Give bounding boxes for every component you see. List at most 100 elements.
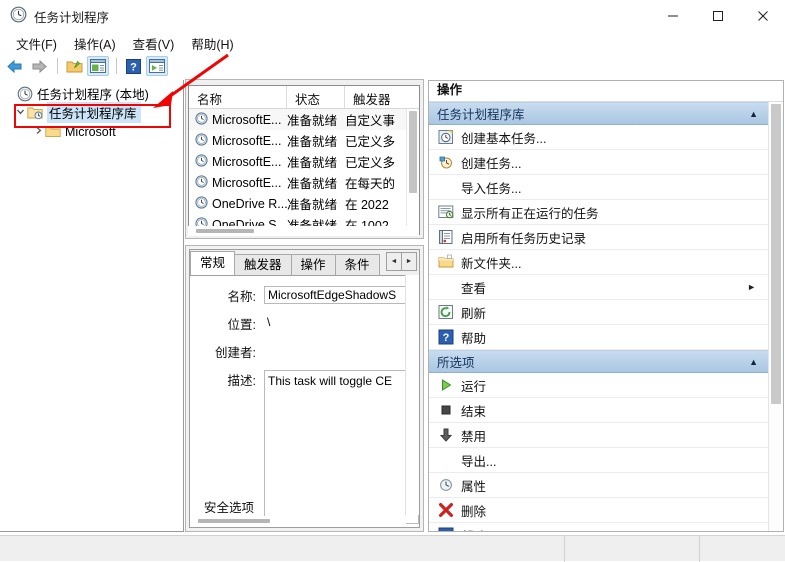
- action-import-task[interactable]: 导入任务...: [429, 175, 768, 200]
- task-list-header: 名称 状态 触发器: [189, 86, 419, 109]
- scrollbar-thumb[interactable]: [196, 229, 254, 233]
- table-row[interactable]: MicrosoftE... 准备就绪 自定义事: [189, 109, 419, 130]
- action-help-selected[interactable]: ? 帮助: [429, 523, 768, 531]
- back-arrow-icon[interactable]: [4, 56, 26, 76]
- action-run[interactable]: 运行: [429, 373, 768, 398]
- menu-help[interactable]: 帮助(H): [183, 32, 242, 55]
- properties-icon: [437, 477, 454, 494]
- task-name-text: OneDrive R...: [212, 196, 287, 211]
- open-folder-icon[interactable]: [63, 56, 85, 76]
- menu-view[interactable]: 查看(V): [125, 32, 184, 55]
- show-console-tree-icon[interactable]: [87, 56, 109, 76]
- table-row[interactable]: OneDrive R... 准备就绪 在 2022: [189, 193, 419, 214]
- table-row[interactable]: MicrosoftE... 准备就绪 已定义多: [189, 130, 419, 151]
- caret-up-icon[interactable]: ▲: [749, 357, 758, 367]
- actions-section-header-selected[interactable]: 所选项 ▲: [429, 350, 768, 373]
- author-label: 创建者:: [215, 346, 256, 360]
- help-icon: ?: [437, 527, 454, 531]
- scrollbar-thumb[interactable]: [409, 111, 417, 193]
- chevron-down-icon[interactable]: [14, 107, 27, 118]
- column-header-name[interactable]: 名称: [189, 86, 287, 108]
- tab-scroll-buttons: ◄ ►: [386, 252, 417, 271]
- column-header-trigger[interactable]: 触发器: [345, 86, 405, 108]
- svg-text:?: ?: [130, 61, 137, 73]
- name-field[interactable]: MicrosoftEdgeShadowS: [264, 286, 419, 304]
- task-name-text: MicrosoftE...: [212, 133, 282, 148]
- task-status-cell: 准备就绪: [287, 114, 338, 128]
- action-help-library[interactable]: ? 帮助: [429, 325, 768, 350]
- clock-icon: [17, 86, 33, 102]
- location-value: \: [267, 315, 271, 329]
- column-header-status[interactable]: 状态: [287, 86, 345, 108]
- scrollbar-thumb[interactable]: [198, 519, 270, 523]
- disable-icon: [437, 427, 454, 444]
- tab-scroll-left-button[interactable]: ◄: [386, 252, 402, 271]
- help-icon[interactable]: ?: [122, 56, 144, 76]
- caret-up-icon[interactable]: ▲: [749, 109, 758, 119]
- action-new-folder[interactable]: 新文件夹...: [429, 250, 768, 275]
- show-action-pane-icon[interactable]: [146, 56, 168, 76]
- action-end[interactable]: 结束: [429, 398, 768, 423]
- toolbar: ?: [0, 54, 785, 78]
- tab-triggers[interactable]: 触发器: [234, 254, 292, 275]
- folder-icon: [45, 124, 61, 140]
- action-enable-all-tasks-history[interactable]: 启用所有任务历史记录: [429, 225, 768, 250]
- tree-node-task-scheduler-local[interactable]: 任务计划程序 (本地): [0, 84, 183, 103]
- table-row[interactable]: MicrosoftE... 准备就绪 已定义多: [189, 151, 419, 172]
- forward-arrow-icon[interactable]: [28, 56, 50, 76]
- action-properties[interactable]: 属性: [429, 473, 768, 498]
- action-refresh[interactable]: 刷新: [429, 300, 768, 325]
- task-list-horizontal-scrollbar[interactable]: [188, 226, 419, 236]
- stop-icon: [437, 402, 454, 419]
- new-folder-icon: [437, 254, 454, 271]
- detail-vertical-scrollbar[interactable]: [405, 275, 419, 515]
- section-title: 所选项: [437, 356, 475, 370]
- menu-action[interactable]: 操作(A): [66, 32, 125, 55]
- action-create-task[interactable]: 创建任务...: [429, 150, 768, 175]
- action-label: 导入任务...: [461, 181, 522, 196]
- scrollbar-thumb[interactable]: [771, 104, 781, 404]
- svg-text:?: ?: [442, 332, 449, 344]
- tree-node-label: 任务计划程序库: [47, 102, 141, 123]
- detail-tabstrip: 常规 触发器 操作 条件 ◄ ►: [190, 250, 419, 276]
- delete-icon: [437, 502, 454, 519]
- action-create-basic-task[interactable]: 创建基本任务...: [429, 125, 768, 150]
- tree-node-microsoft[interactable]: Microsoft: [0, 122, 183, 141]
- menu-file[interactable]: 文件(F): [8, 32, 66, 55]
- table-row[interactable]: MicrosoftE... 准备就绪 在每天的: [189, 172, 419, 193]
- center-pane: 名称 状态 触发器 MicrosoftE... 准备就绪 自定义事 Micros…: [185, 79, 424, 534]
- minimize-button[interactable]: [650, 0, 695, 32]
- task-list-vertical-scrollbar[interactable]: [406, 109, 419, 235]
- action-disable[interactable]: 禁用: [429, 423, 768, 448]
- actions-section-header-library[interactable]: 任务计划程序库 ▲: [429, 102, 768, 125]
- actions-list: 任务计划程序库 ▲ 创建基本任务... 创建任务... 导入任务... 显示所有…: [429, 102, 768, 531]
- description-label: 描述:: [227, 374, 256, 388]
- action-label: 属性: [461, 479, 487, 494]
- action-display-all-running-tasks[interactable]: 显示所有正在运行的任务: [429, 200, 768, 225]
- chevron-right-icon[interactable]: [32, 126, 45, 137]
- task-name-cell: OneDrive R...: [189, 195, 287, 212]
- create-task-icon: [437, 154, 454, 171]
- task-clock-icon: [195, 132, 208, 149]
- tab-scroll-right-button[interactable]: ►: [401, 252, 417, 271]
- tab-conditions[interactable]: 条件: [334, 254, 380, 275]
- status-cell-1: [0, 536, 565, 562]
- task-list-container: 名称 状态 触发器 MicrosoftE... 准备就绪 自定义事 Micros…: [185, 79, 424, 239]
- maximize-button[interactable]: [695, 0, 740, 32]
- tab-actions[interactable]: 操作: [290, 254, 336, 275]
- action-export[interactable]: 导出...: [429, 448, 768, 473]
- action-label: 结束: [461, 404, 487, 419]
- description-field[interactable]: This task will toggle CE: [264, 370, 419, 524]
- task-status-cell: 准备就绪: [287, 156, 338, 170]
- tree-node-task-scheduler-library[interactable]: 任务计划程序库: [0, 102, 183, 123]
- action-delete[interactable]: 删除: [429, 498, 768, 523]
- tree-node-label: Microsoft: [65, 124, 116, 139]
- tab-general[interactable]: 常规: [190, 251, 236, 275]
- close-button[interactable]: [740, 0, 785, 32]
- detail-horizontal-scrollbar[interactable]: [190, 516, 406, 527]
- task-clock-icon: [195, 153, 208, 170]
- task-trigger-cell: 已定义多: [345, 135, 396, 149]
- task-name-text: MicrosoftE...: [212, 175, 282, 190]
- actions-vertical-scrollbar[interactable]: [768, 102, 783, 531]
- action-view[interactable]: 查看 ►: [429, 275, 768, 300]
